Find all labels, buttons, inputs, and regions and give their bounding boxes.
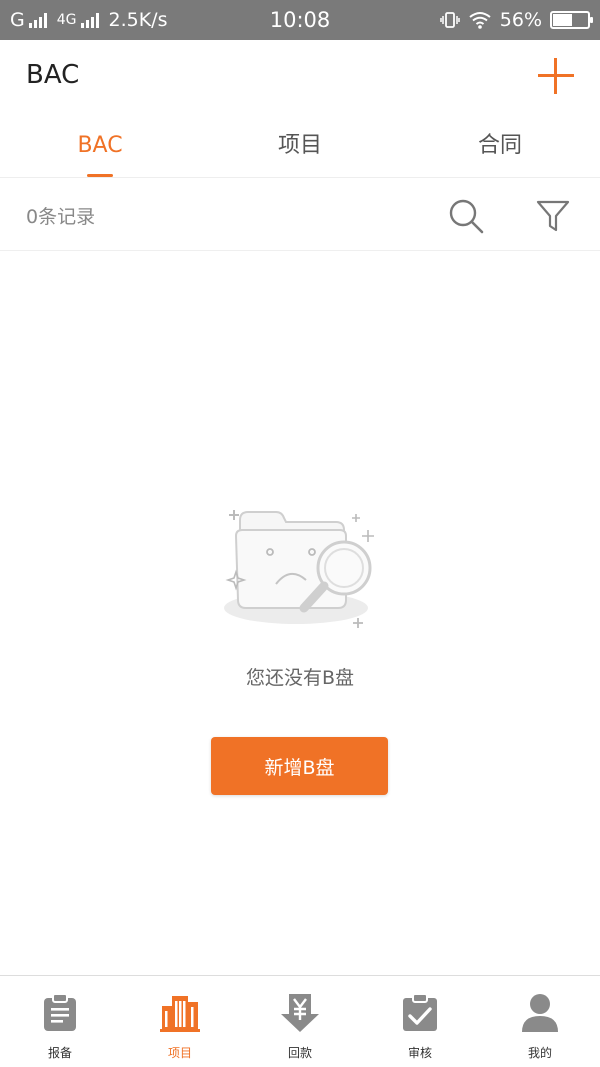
buildings-icon xyxy=(160,996,200,1032)
plus-icon[interactable] xyxy=(538,58,574,94)
tab-project[interactable]: 项目 xyxy=(200,116,400,177)
empty-message: 您还没有B盘 xyxy=(245,667,355,689)
page-title: BAC xyxy=(26,60,80,90)
tab-label: 合同 xyxy=(477,133,522,158)
nav-item-mine[interactable]: 我的 xyxy=(480,976,600,1067)
nav-label: 我的 xyxy=(527,1046,552,1060)
add-b-disk-button[interactable]: 新增B盘 xyxy=(211,737,388,795)
nav-item-payment[interactable]: 回款 xyxy=(240,976,360,1067)
battery-icon xyxy=(550,11,593,29)
nav-label: 项目 xyxy=(167,1046,192,1060)
approval-check-icon xyxy=(403,993,437,1031)
tab-bar: BAC 项目 合同 xyxy=(0,116,600,178)
vibrate-icon xyxy=(440,12,460,28)
search-icon[interactable] xyxy=(446,196,486,236)
signal-icon-2 xyxy=(80,12,99,28)
nav-label: 报备 xyxy=(47,1046,72,1060)
carrier-label: G xyxy=(10,9,25,31)
app-header: BAC xyxy=(0,40,600,116)
filter-icon[interactable] xyxy=(533,196,573,236)
nav-label: 回款 xyxy=(287,1046,312,1060)
nav-item-report[interactable]: 报备 xyxy=(0,976,120,1067)
tab-label: 项目 xyxy=(277,133,322,158)
filter-bar: 0条记录 xyxy=(0,178,600,251)
status-bar: G 4G 2.5K/s 10:08 56% xyxy=(0,0,600,40)
bottom-nav: 报备 项目 回款 审核 我的 xyxy=(0,975,600,1067)
network-speed: 2.5K/s xyxy=(108,9,168,31)
battery-percent: 56% xyxy=(499,9,542,31)
user-icon xyxy=(522,994,558,1032)
nav-label: 审核 xyxy=(407,1046,432,1060)
record-count: 0条记录 xyxy=(26,206,96,228)
signal-icon xyxy=(28,12,47,28)
yen-download-icon xyxy=(281,994,319,1032)
tab-label: BAC xyxy=(77,133,123,158)
network-type-label: 4G xyxy=(56,12,77,28)
nav-item-review[interactable]: 审核 xyxy=(360,976,480,1067)
tab-bac[interactable]: BAC xyxy=(0,116,200,177)
empty-folder-search-illustration xyxy=(224,510,374,628)
active-tab-indicator xyxy=(87,174,113,177)
wifi-icon xyxy=(469,12,491,29)
tab-contract[interactable]: 合同 xyxy=(400,116,600,177)
clipboard-icon xyxy=(44,993,76,1031)
nav-item-project[interactable]: 项目 xyxy=(120,976,240,1067)
